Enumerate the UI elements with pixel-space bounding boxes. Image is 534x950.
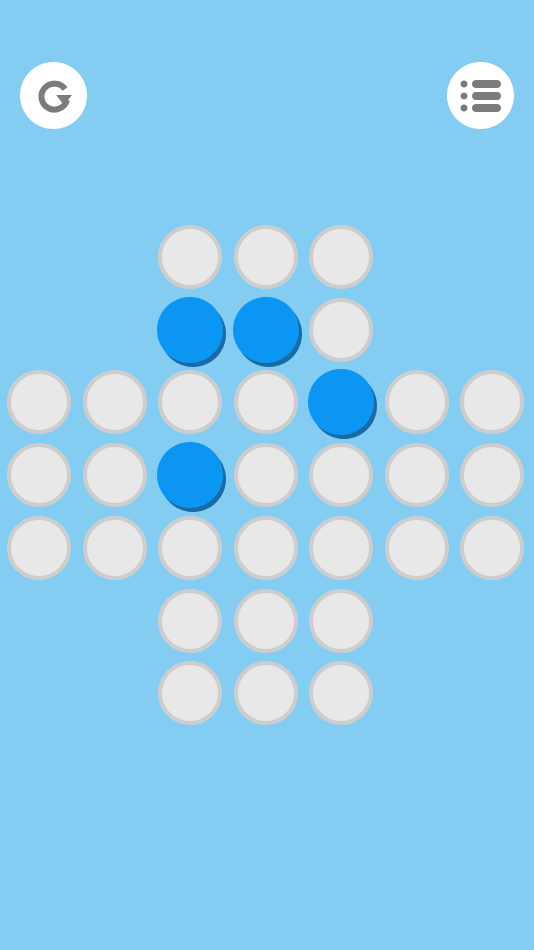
peg[interactable] bbox=[157, 442, 223, 509]
empty-hole[interactable] bbox=[82, 370, 147, 435]
empty-hole[interactable] bbox=[158, 225, 222, 289]
peg[interactable] bbox=[157, 296, 223, 363]
empty-hole[interactable] bbox=[384, 515, 449, 580]
empty-hole[interactable] bbox=[233, 225, 298, 289]
empty-hole[interactable] bbox=[233, 661, 298, 726]
empty-hole[interactable] bbox=[460, 443, 524, 508]
empty-hole[interactable] bbox=[82, 515, 147, 580]
empty-hole[interactable] bbox=[7, 370, 71, 435]
empty-hole[interactable] bbox=[7, 515, 71, 580]
peg[interactable] bbox=[308, 369, 374, 436]
peg-solitaire-board bbox=[0, 0, 534, 950]
peg[interactable] bbox=[232, 296, 299, 363]
empty-hole[interactable] bbox=[309, 661, 373, 726]
empty-hole[interactable] bbox=[158, 661, 222, 726]
empty-hole[interactable] bbox=[460, 370, 524, 435]
empty-hole[interactable] bbox=[82, 443, 147, 508]
empty-hole[interactable] bbox=[233, 370, 298, 435]
empty-hole[interactable] bbox=[309, 588, 373, 653]
empty-hole[interactable] bbox=[309, 225, 373, 289]
empty-hole[interactable] bbox=[158, 588, 222, 653]
empty-hole[interactable] bbox=[233, 515, 298, 580]
empty-hole[interactable] bbox=[233, 443, 298, 508]
empty-hole[interactable] bbox=[460, 515, 524, 580]
empty-hole[interactable] bbox=[384, 370, 449, 435]
empty-hole[interactable] bbox=[7, 443, 71, 508]
empty-hole[interactable] bbox=[309, 297, 373, 362]
empty-hole[interactable] bbox=[309, 515, 373, 580]
empty-hole[interactable] bbox=[158, 370, 222, 435]
empty-hole[interactable] bbox=[309, 443, 373, 508]
empty-hole[interactable] bbox=[233, 588, 298, 653]
empty-hole[interactable] bbox=[384, 443, 449, 508]
empty-hole[interactable] bbox=[158, 515, 222, 580]
